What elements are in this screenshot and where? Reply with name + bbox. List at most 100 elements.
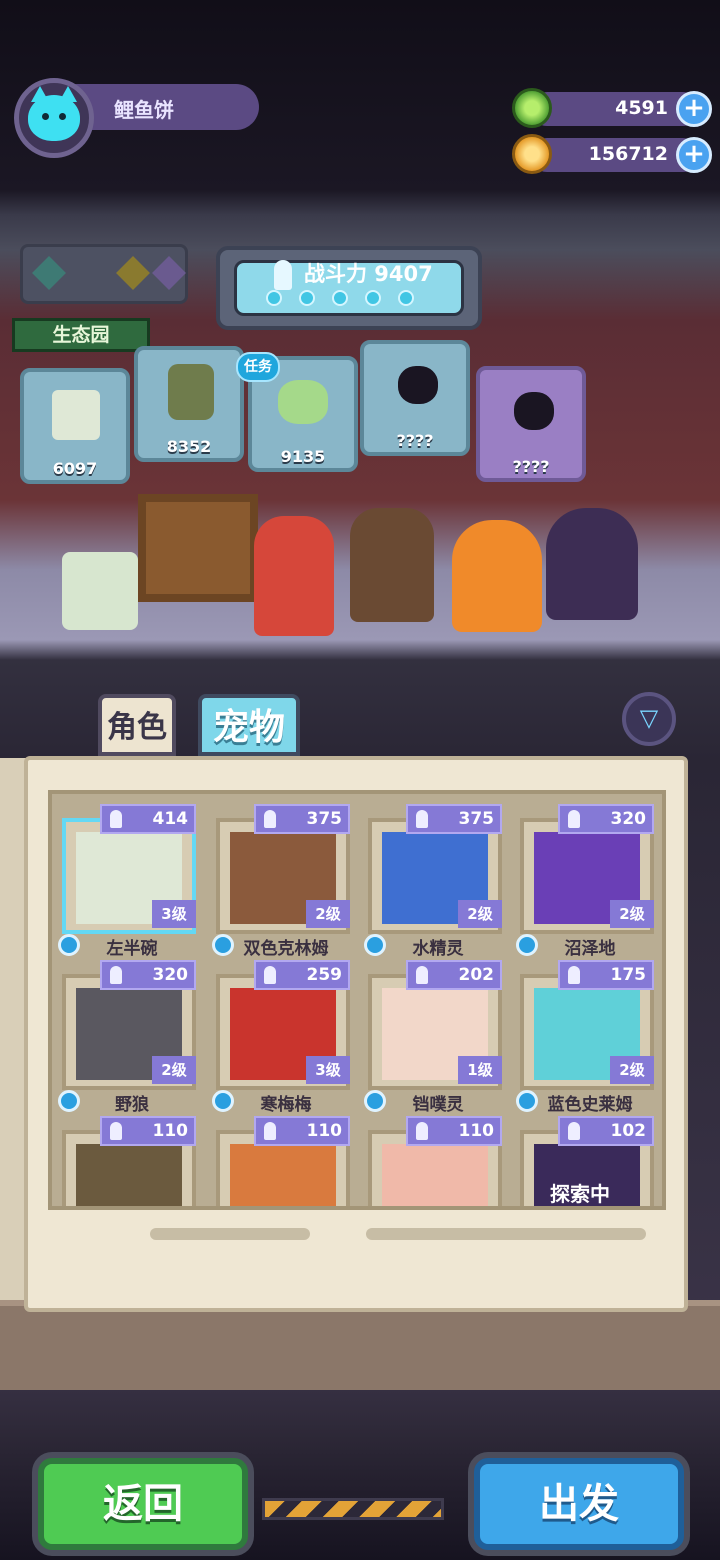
pet-card[interactable]: 320 2级沼泽地 (516, 804, 654, 959)
rocket-icon (264, 1122, 276, 1140)
pet-card[interactable]: 102 探索中 (520, 1116, 654, 1206)
pet-card[interactable]: 375 2级双色克林姆 (212, 804, 350, 959)
add-currency-button[interactable]: + (676, 91, 712, 127)
pet-card[interactable]: 259 3级 寒梅梅 (212, 960, 350, 1115)
game-screen: 鲤鱼饼 4591 + 156712 + 战斗力 9407 生态园 6097 83… (0, 0, 720, 1560)
pet-name: 铛噗灵 (412, 1095, 464, 1115)
exchange-panel[interactable] (20, 244, 188, 304)
hazard-stripe (262, 1498, 444, 1520)
currency-green: 4591 + (512, 88, 712, 128)
player-profile[interactable]: 鲤鱼饼 (14, 78, 259, 158)
pet-card[interactable]: 414 3级左半碗 (58, 804, 196, 959)
depart-button[interactable]: 出发 (474, 1458, 684, 1550)
pet-level: 1级 (458, 1056, 502, 1084)
character-bowl[interactable] (62, 552, 138, 630)
character-painting[interactable] (138, 494, 258, 602)
pet-name: 蓝色史莱姆 (547, 1095, 633, 1115)
rocket-icon (416, 966, 428, 984)
pet-name: 水精灵 (412, 939, 464, 959)
pet-card[interactable]: 110 (216, 1116, 350, 1206)
rocket-icon (110, 810, 122, 828)
pet-level: 2级 (610, 1056, 654, 1084)
pet-power: 320 (558, 804, 654, 834)
hint-text-blur (150, 1228, 310, 1240)
currency-value: 156712 (588, 143, 668, 165)
character-hero[interactable] (254, 516, 334, 636)
pet-figure (52, 390, 100, 440)
pet-name: 沼泽地 (564, 939, 616, 959)
add-currency-button[interactable]: + (676, 137, 712, 173)
pet-power: 202 (406, 960, 502, 990)
pet-power: 320 (100, 960, 196, 990)
display-count: 6097 (52, 459, 98, 478)
hint-text-blur (366, 1228, 646, 1240)
tab-character[interactable]: 角色 (98, 694, 176, 756)
book-base (0, 1300, 720, 1390)
pet-art (76, 1144, 182, 1206)
rocket-icon (416, 1122, 428, 1140)
rocket-icon (110, 966, 122, 984)
back-button[interactable]: 返回 (38, 1458, 248, 1550)
pet-level: 2级 (152, 1056, 196, 1084)
rocket-icon (416, 810, 428, 828)
pet-level: 2级 (610, 900, 654, 928)
rocket-icon (568, 810, 580, 828)
filter-icon: ▽ (639, 704, 659, 732)
display-slot[interactable]: 8352 (134, 346, 244, 462)
pet-card[interactable]: 175 2级蓝色史莱姆 (516, 960, 654, 1115)
rocket-icon (274, 260, 292, 290)
display-slot[interactable]: 6097 (20, 368, 130, 484)
pet-power: 110 (100, 1116, 196, 1146)
gold-planet-icon (512, 134, 552, 174)
combat-power-panel: 战斗力 9407 (216, 246, 482, 330)
hexagon-icon (32, 256, 66, 290)
pet-power: 414 (100, 804, 196, 834)
task-badge[interactable]: 任务 (236, 352, 280, 382)
pet-card[interactable]: 110 (368, 1116, 502, 1206)
filter-button[interactable]: ▽ (622, 692, 676, 746)
pet-card[interactable]: 375 2级水精灵 (364, 804, 502, 959)
combat-power-label: 战斗力 9407 (304, 262, 433, 286)
rocket-icon (568, 1122, 580, 1140)
currency-value: 4591 (615, 97, 668, 119)
pet-name: 野狼 (115, 1095, 149, 1115)
pet-name: 左半碗 (106, 939, 158, 959)
rocket-icon (264, 810, 276, 828)
cat-avatar-icon (28, 86, 80, 141)
pet-name: 双色克林姆 (243, 939, 329, 959)
pet-power: 102 (558, 1116, 654, 1146)
pet-level: 3级 (306, 1056, 350, 1084)
hexagon-icon (116, 256, 150, 290)
pet-power: 375 (406, 804, 502, 834)
display-count: ???? (396, 431, 434, 450)
green-gem-icon (512, 88, 552, 128)
display-slot[interactable]: ???? (476, 366, 586, 482)
pet-power: 375 (254, 804, 350, 834)
pet-level: 3级 (152, 900, 196, 928)
avatar[interactable] (14, 78, 94, 158)
pet-figure (168, 364, 214, 420)
player-name: 鲤鱼饼 (114, 98, 174, 122)
pet-card[interactable]: 110 (62, 1116, 196, 1206)
tab-pet[interactable]: 宠物 (198, 694, 300, 756)
pet-level: 2级 (306, 900, 350, 928)
unknown-pet-icon (514, 392, 554, 430)
currency-gold: 156712 + (512, 134, 712, 174)
eco-garden-sign: 生态园 (12, 318, 150, 352)
pet-grid: 414 3级 左半碗 375 2级 双色克林姆 375 2级 水精灵 320 2级 沼泽地 320 2级野… (48, 790, 666, 1210)
display-slot[interactable]: ???? (360, 340, 470, 456)
pet-card[interactable]: 202 1级铛噗灵 (364, 960, 502, 1115)
character-desert[interactable] (350, 508, 434, 622)
character-king[interactable] (452, 520, 542, 632)
display-count: ???? (512, 457, 550, 476)
pet-power: 259 (254, 960, 350, 990)
pet-power: 175 (558, 960, 654, 990)
pet-power: 110 (406, 1116, 502, 1146)
pet-status: 探索中 (550, 1182, 610, 1206)
character-mage[interactable] (546, 508, 638, 620)
pet-power: 110 (254, 1116, 350, 1146)
display-count: 8352 (166, 437, 212, 456)
rocket-icon (110, 1122, 122, 1140)
pet-card[interactable]: 320 2级 野狼 (58, 960, 196, 1115)
pet-level: 2级 (458, 900, 502, 928)
